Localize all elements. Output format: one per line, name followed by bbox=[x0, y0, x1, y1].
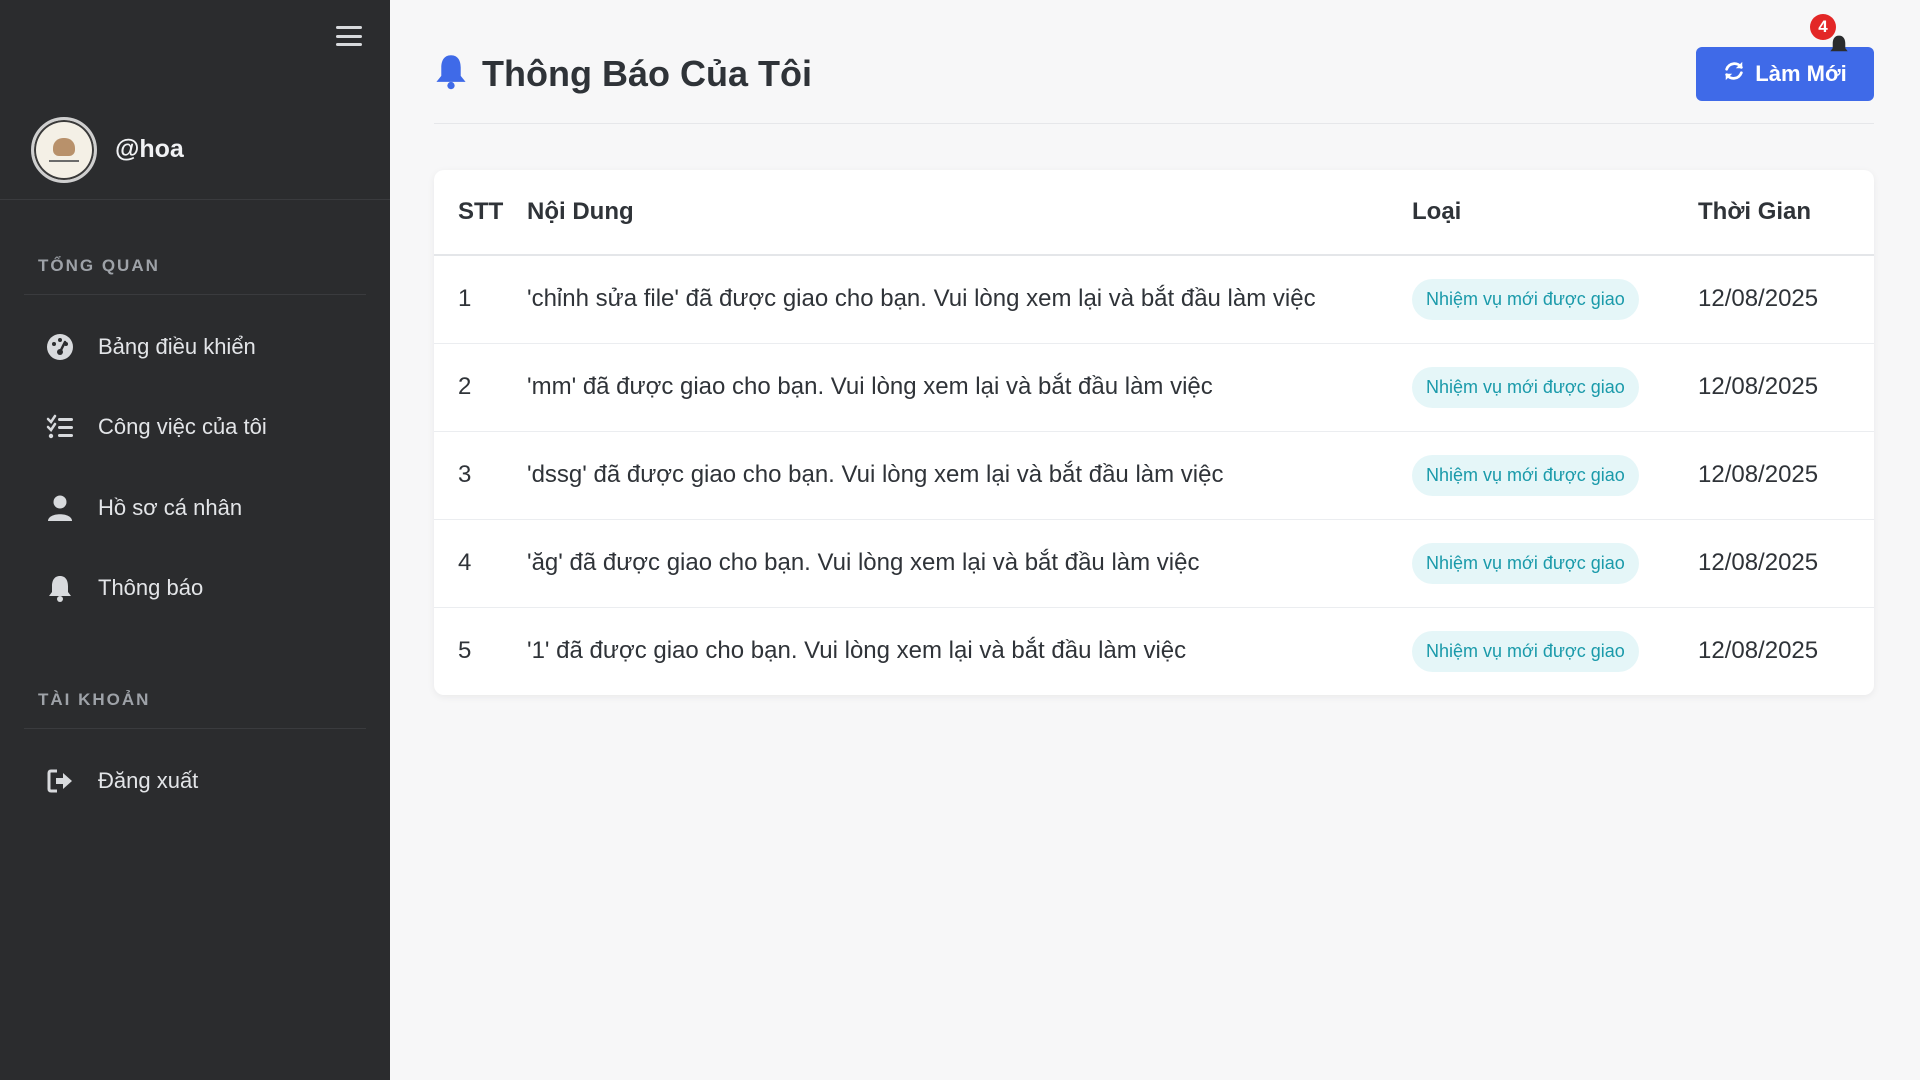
section-title-account: TÀI KHOẢN bbox=[38, 690, 151, 709]
row-type: Nhiệm vụ mới được giao bbox=[1412, 343, 1698, 431]
type-badge: Nhiệm vụ mới được giao bbox=[1412, 278, 1639, 320]
sidebar-item-dashboard[interactable]: Bảng điều khiển bbox=[24, 315, 366, 379]
sidebar-item-label: Công việc của tôi bbox=[98, 414, 267, 439]
page-title-group: Thông Báo Của Tôi bbox=[434, 52, 812, 95]
table-row[interactable]: 1 'chỉnh sửa file' đã được giao cho bạn.… bbox=[434, 255, 1874, 343]
sidebar-item-label: Đăng xuất bbox=[98, 768, 199, 793]
row-content: 'dssg' đã được giao cho bạn. Vui lòng xe… bbox=[527, 461, 1224, 488]
avatar bbox=[31, 116, 97, 183]
notifications-table: STT Nội Dung Loại Thời Gian 1 'chỉnh sửa… bbox=[434, 170, 1874, 695]
tasks-icon bbox=[46, 413, 74, 441]
notification-bell-icon[interactable]: 4 bbox=[1810, 14, 1850, 72]
row-stt: 5 bbox=[458, 637, 472, 665]
table-row[interactable]: 2 'mm' đã được giao cho bạn. Vui lòng xe… bbox=[434, 343, 1874, 431]
user-icon bbox=[46, 494, 74, 522]
row-content: 'ăg' đã được giao cho bạn. Vui lòng xem … bbox=[527, 549, 1200, 576]
row-content: 'chỉnh sửa file' đã được giao cho bạn. V… bbox=[527, 285, 1316, 313]
type-badge: Nhiệm vụ mới được giao bbox=[1412, 630, 1639, 672]
column-header-time: Thời Gian bbox=[1698, 198, 1812, 225]
row-stt: 1 bbox=[458, 285, 472, 313]
table-row[interactable]: 3 'dssg' đã được giao cho bạn. Vui lòng … bbox=[434, 431, 1874, 519]
section-title-overview: TỔNG QUAN bbox=[38, 256, 160, 275]
type-badge: Nhiệm vụ mới được giao bbox=[1412, 454, 1639, 496]
row-time: 12/08/2025 bbox=[1698, 373, 1819, 400]
divider bbox=[24, 294, 366, 295]
row-type: Nhiệm vụ mới được giao bbox=[1412, 431, 1698, 519]
type-badge: Nhiệm vụ mới được giao bbox=[1412, 542, 1639, 584]
sidebar-item-logout[interactable]: Đăng xuất bbox=[24, 749, 366, 813]
bell-icon bbox=[434, 52, 468, 95]
type-badge: Nhiệm vụ mới được giao bbox=[1412, 366, 1639, 408]
row-stt: 3 bbox=[458, 461, 472, 488]
row-time: 12/08/2025 bbox=[1698, 549, 1819, 576]
notification-count-badge: 4 bbox=[1810, 14, 1836, 40]
page-title: Thông Báo Của Tôi bbox=[482, 52, 812, 94]
sidebar-item-label: Bảng điều khiển bbox=[98, 334, 256, 359]
table-row[interactable]: 5 '1' đã được giao cho bạn. Vui lòng xem… bbox=[434, 607, 1874, 695]
page-header: Thông Báo Của Tôi Làm Mới 4 bbox=[434, 14, 1874, 124]
divider bbox=[24, 728, 366, 729]
menu-toggle-icon[interactable] bbox=[334, 24, 364, 48]
row-content: 'mm' đã được giao cho bạn. Vui lòng xem … bbox=[527, 373, 1213, 400]
username: @hoa bbox=[115, 135, 184, 163]
row-type: Nhiệm vụ mới được giao bbox=[1412, 255, 1698, 343]
row-stt: 2 bbox=[458, 373, 472, 400]
column-header-stt: STT bbox=[458, 198, 504, 225]
sidebar: @hoa TỔNG QUAN Bảng điều khiển Công việc… bbox=[0, 0, 390, 1080]
row-content: '1' đã được giao cho bạn. Vui lòng xem l… bbox=[527, 637, 1187, 665]
refresh-icon bbox=[1723, 60, 1745, 88]
row-time: 12/08/2025 bbox=[1698, 461, 1819, 488]
user-profile: @hoa bbox=[0, 100, 390, 200]
row-type: Nhiệm vụ mới được giao bbox=[1412, 607, 1698, 695]
sidebar-item-profile[interactable]: Hồ sơ cá nhân bbox=[24, 476, 366, 540]
row-time: 12/08/2025 bbox=[1698, 637, 1819, 665]
sidebar-item-label: Hồ sơ cá nhân bbox=[98, 495, 243, 520]
sidebar-item-label: Thông báo bbox=[98, 575, 204, 600]
column-header-type: Loại bbox=[1412, 198, 1462, 225]
column-header-content: Nội Dung bbox=[527, 198, 634, 225]
notifications-card: STT Nội Dung Loại Thời Gian 1 'chỉnh sửa… bbox=[434, 170, 1874, 695]
row-type: Nhiệm vụ mới được giao bbox=[1412, 519, 1698, 607]
table-row[interactable]: 4 'ăg' đã được giao cho bạn. Vui lòng xe… bbox=[434, 519, 1874, 607]
logout-icon bbox=[46, 767, 74, 795]
row-stt: 4 bbox=[458, 549, 472, 576]
bell-icon bbox=[46, 574, 74, 602]
row-time: 12/08/2025 bbox=[1698, 285, 1819, 313]
table-header-row: STT Nội Dung Loại Thời Gian bbox=[434, 170, 1874, 255]
dashboard-icon bbox=[46, 333, 74, 361]
sidebar-item-my-tasks[interactable]: Công việc của tôi bbox=[24, 395, 366, 459]
sidebar-item-notifications[interactable]: Thông báo bbox=[24, 556, 366, 620]
